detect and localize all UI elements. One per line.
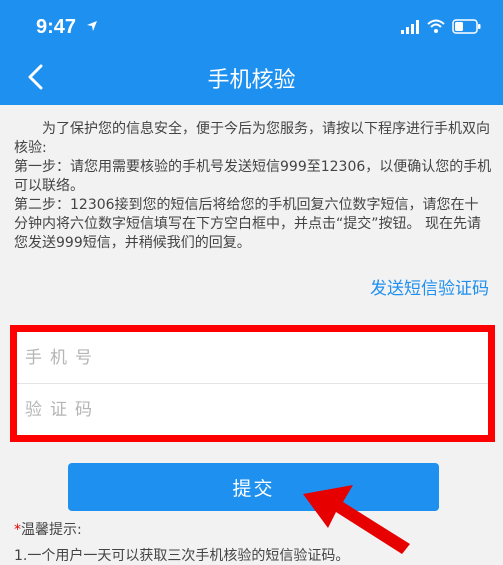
code-input[interactable] xyxy=(17,384,488,435)
verification-form xyxy=(10,325,495,442)
intro-paragraph: 为了保护您的信息安全，便于今后为您服务，请按以下程序进行手机双向核验: xyxy=(14,121,490,156)
page-title: 手机核验 xyxy=(207,68,296,93)
status-time: 9:47 xyxy=(36,16,77,38)
intro-text: 为了保护您的信息安全，便于今后为您服务，请按以下程序进行手机双向核验: 第一步：… xyxy=(14,120,492,253)
phone-field xyxy=(17,332,488,383)
wifi-icon xyxy=(427,19,445,33)
send-sms-code-link[interactable]: 发送短信验证码 xyxy=(370,274,489,299)
step-one-paragraph: 第一步：请您用需要核验的手机号发送短信999至12306，以便确认您的手机可以联… xyxy=(14,159,492,194)
phone-input[interactable] xyxy=(17,332,488,383)
location-arrow-icon xyxy=(87,21,97,31)
battery-icon xyxy=(452,19,481,34)
code-field xyxy=(17,383,488,435)
status-bar: 9:47 xyxy=(0,0,503,50)
tips-title-text: 温馨提示: xyxy=(21,522,82,538)
required-star: * xyxy=(14,522,21,538)
step-two-paragraph: 第二步：12306接到您的短信后将给您的手机回复六位数字短信，请您在十分钟内将六… xyxy=(14,197,481,251)
tip-line-1: 1.一个用户一天可以获取三次手机核验的短信验证码。 xyxy=(14,548,350,564)
nav-bar: 手机核验 xyxy=(0,50,503,105)
signal-icon xyxy=(401,20,419,34)
tips-title: *温馨提示: xyxy=(14,519,82,539)
